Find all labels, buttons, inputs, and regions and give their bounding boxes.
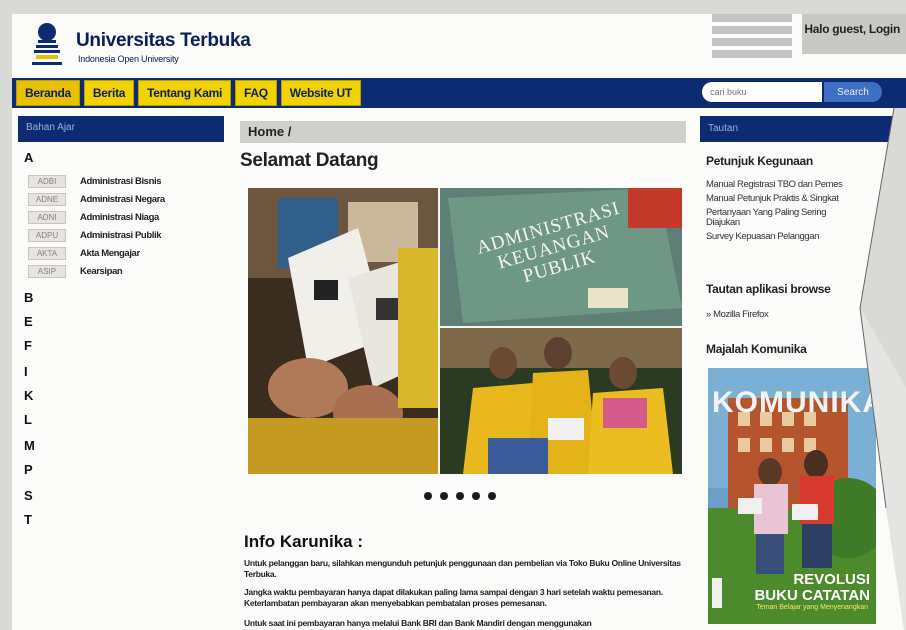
course-name: Administrasi Negara — [80, 193, 165, 205]
course-name: Akta Mengajar — [80, 247, 140, 259]
petunjuk-link[interactable]: Diajukan — [706, 218, 740, 228]
browser-title: Tautan aplikasi browse — [706, 282, 831, 296]
info-title: Info Karunika : — [244, 532, 364, 551]
course-code: ADPU — [28, 228, 66, 242]
letter-e[interactable]: E — [24, 314, 33, 329]
page: Universitas Terbuka Indonesia Open Unive… — [12, 14, 906, 630]
page-title: Selamat Datang — [240, 150, 379, 171]
page-edge-decoration — [859, 108, 906, 630]
image-slider[interactable]: ADMINISTRASI KEUANGAN PUBLIK — [248, 188, 682, 474]
course-name: Administrasi Bisnis — [80, 175, 162, 187]
letter-m[interactable]: M — [24, 438, 35, 453]
slider-dots — [424, 492, 496, 500]
login-greeting[interactable]: Halo guest, Login — [804, 22, 900, 36]
letter-s[interactable]: S — [24, 488, 33, 503]
nav-beranda[interactable]: Beranda — [16, 80, 80, 106]
nav-website-ut[interactable]: Website UT — [280, 80, 361, 106]
slider-dot[interactable] — [440, 492, 448, 500]
info-paragraph: Jangka waktu pembayaran hanya dapat dila… — [244, 587, 663, 608]
slider-dot[interactable] — [472, 492, 480, 500]
course-code: ADBI — [28, 174, 66, 188]
course-item[interactable]: ADPU Administrasi Publik — [28, 228, 161, 242]
course-code: AKTA — [28, 246, 66, 260]
letter-t[interactable]: T — [24, 512, 32, 527]
brand-name[interactable]: Universitas Terbuka — [76, 30, 251, 52]
letter-l[interactable]: L — [24, 412, 32, 427]
ut-logo-icon[interactable] — [30, 20, 64, 68]
search-button[interactable]: Search — [824, 82, 882, 102]
info-paragraph: Untuk saat ini pembayaran hanya melalui … — [244, 618, 592, 628]
firefox-link-label: Mozilla Firefox — [713, 309, 769, 320]
firefox-link[interactable]: » Mozilla Firefox — [706, 309, 769, 320]
letter-b[interactable]: B — [24, 290, 33, 305]
letter-k[interactable]: K — [24, 388, 33, 403]
course-item[interactable]: ADNI Administrasi Niaga — [28, 210, 159, 224]
nav-faq[interactable]: FAQ — [235, 80, 277, 106]
course-item[interactable]: ADBI Administrasi Bisnis — [28, 174, 161, 188]
search-input[interactable] — [702, 82, 822, 102]
course-code: ADNI — [28, 210, 66, 224]
sidebar-header: Bahan Ajar — [18, 116, 224, 142]
petunjuk-link[interactable]: Manual Petunjuk Praktis & Singkat — [706, 194, 839, 204]
nav-berita[interactable]: Berita — [83, 80, 135, 106]
majalah-title: Majalah Komunika — [706, 342, 807, 356]
nav-tentang-kami[interactable]: Tentang Kami — [138, 80, 231, 106]
course-item[interactable]: ASIP Kearsipan — [28, 264, 123, 278]
letter-a[interactable]: A — [24, 150, 33, 165]
course-name: Administrasi Publik — [80, 229, 162, 241]
slider-dot[interactable] — [424, 492, 432, 500]
slider-dot[interactable] — [456, 492, 464, 500]
breadcrumb[interactable]: Home / — [240, 121, 686, 143]
petunjuk-title: Petunjuk Kegunaan — [706, 154, 813, 168]
letter-i[interactable]: I — [24, 364, 28, 379]
course-name: Kearsipan — [80, 265, 123, 277]
course-code: ASIP — [28, 264, 66, 278]
info-paragraph: Untuk pelanggan baru, silahkan mengunduh… — [244, 558, 681, 579]
letter-p[interactable]: P — [24, 462, 33, 477]
banner-decoration — [712, 14, 792, 74]
main-navigation: Beranda Berita Tentang Kami FAQ Website … — [12, 78, 906, 108]
petunjuk-link[interactable]: Survey Kepuasan Pelanggan — [706, 232, 819, 242]
course-sidebar: Bahan Ajar A ADBI Administrasi Bisnis AD… — [18, 116, 224, 527]
course-name: Administrasi Niaga — [80, 211, 159, 223]
course-item[interactable]: AKTA Akta Mengajar — [28, 246, 140, 260]
brand-subtitle: Indonesia Open University — [78, 54, 179, 64]
letter-f[interactable]: F — [24, 338, 32, 353]
slider-dot[interactable] — [488, 492, 496, 500]
site-header: Universitas Terbuka Indonesia Open Unive… — [12, 14, 906, 76]
course-code: ADNE — [28, 192, 66, 206]
petunjuk-link[interactable]: Manual Registrasi TBO dan Pemes — [706, 180, 843, 190]
course-item[interactable]: ADNE Administrasi Negara — [28, 192, 165, 206]
